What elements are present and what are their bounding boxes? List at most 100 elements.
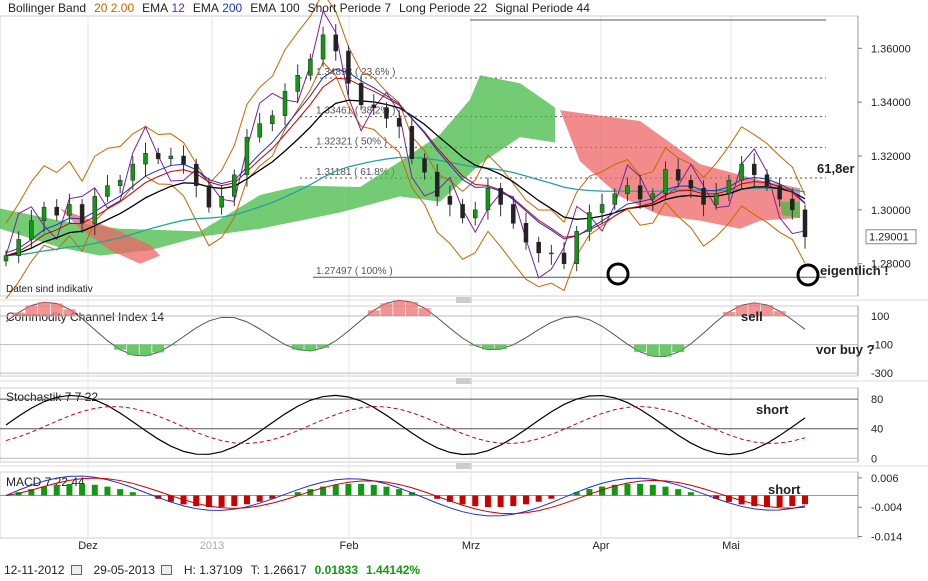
from-date[interactable]: 12-11-2012 [4,563,65,577]
candle-body [434,171,440,197]
panel-resize-handle[interactable] [0,378,928,384]
candle-body [460,204,465,219]
candle-body [396,118,402,127]
x-tick-label: 2013 [200,540,224,552]
candle-body [523,223,529,243]
y-tick-label: 0 [871,453,877,465]
candle-body [777,185,782,200]
legend-param: 12 [171,1,185,15]
cci-oversold-fill [634,344,647,352]
legend-bollinger-params[interactable]: 20 2.00 [94,1,134,15]
candle-body [244,136,250,176]
cci-overbought-fill [12,312,25,316]
cci-oversold-fill [304,344,317,351]
legend-label: EMA [142,1,169,15]
legend-label: EMA [192,1,219,15]
macd-histogram-bar [332,484,339,496]
candle-body [650,193,656,200]
to-date[interactable]: 29-05-2013 [94,563,155,577]
candle-body [663,169,668,194]
panel-resize-handle[interactable] [0,463,928,469]
annotation-vor-buy: vor buy ? [816,342,875,357]
candle-body [117,179,123,186]
candle-body [105,185,110,197]
legend-ema100[interactable]: EMA 100 [250,1,299,15]
macd-histogram-bar [231,495,238,507]
macd-histogram-bar [358,483,365,496]
candle-body [282,91,288,116]
legend-param: 2.00 [110,1,135,15]
macd-histogram-bar [129,492,136,496]
candle-body [232,174,237,197]
fib-level-label: 1.32321 ( 50% ) [316,136,387,147]
legend-short-periode[interactable]: Short Periode 7 [308,1,391,15]
candle-body [168,155,174,159]
y-tick-label: 1.34000 [871,97,911,109]
candle-body [511,204,516,224]
indicator-legend: Bollinger Band 20 2.00 EMA 12 EMA 200 EM… [0,0,928,16]
legend-signal-periode[interactable]: Signal Periode 44 [495,1,590,15]
cci-oversold-fill [469,344,482,346]
candle-body [802,209,808,238]
calendar-icon[interactable] [160,564,172,575]
candle-body [193,163,199,186]
y-tick-label: 1.32000 [871,151,911,163]
macd-histogram-bar [243,495,250,505]
cci-overbought-fill [773,311,786,316]
y-tick-label: -300 [871,368,893,380]
cci-overbought-fill [25,305,38,316]
macd-histogram-bar [548,495,555,499]
cci-overbought-fill [50,303,63,316]
legend-ema200[interactable]: EMA 200 [193,1,242,15]
change-percent: 1.44142% [366,562,421,577]
chart-area[interactable]: 1.27497 ( 100% ) 1.32321 ( 50% ) 1.33461 (… [0,0,928,558]
legend-ema12[interactable]: EMA 12 [142,1,185,15]
macd-histogram-bar [522,495,529,505]
legend-param: 20 [94,1,108,15]
macd-histogram-bar [484,495,491,508]
candle-body [295,74,300,92]
candle-body [447,196,453,205]
candle-body [790,198,795,211]
macd-histogram-bar [624,483,631,496]
panel-frame [0,471,859,539]
legend-param: 7 [384,1,392,15]
candle-body [206,185,212,208]
x-tick-label: Feb [340,540,359,552]
macd-histogram-bar [459,495,466,505]
macd-histogram-bar [370,484,377,496]
macd-histogram-bar [383,486,390,496]
cci-overbought-fill [380,303,393,316]
y-tick-label: 40 [871,424,883,436]
panel-resize-handle[interactable] [0,297,928,303]
candle-body [752,163,757,176]
candle-body [549,252,554,255]
legend-label: Long Periode [399,1,471,15]
fib-level-label: 1.27497 ( 100% ) [316,266,393,277]
macd-histogram-bar [256,495,263,502]
candle-body [739,163,744,181]
candle-body [320,34,326,60]
y-tick-label: 1.30000 [871,205,911,217]
candle-body [599,204,605,213]
candle-body [498,188,503,205]
candle-body [155,153,161,159]
candle-body [637,185,643,200]
candle-body [346,50,351,84]
disclaimer-text: Daten sind indikativ [6,284,93,295]
cci-overbought-fill [418,308,431,316]
macd-histogram-bar [776,495,783,508]
fib-level-label: 1.34898 ( 23.6% ) [316,67,396,78]
calendar-icon[interactable] [70,564,82,575]
x-tick-label: Mai [722,540,740,552]
annotation-short: short [756,402,789,417]
macd-histogram-bar [649,484,656,496]
macd-histogram-bar [535,495,542,502]
y-tick-label: 0.006 [871,473,899,485]
fib-level-label: 1.33461 ( 38.2% ) [316,106,396,117]
y-tick-label: -0.014 [871,532,902,544]
legend-long-periode[interactable]: Long Periode 22 [399,1,487,15]
annotation-short: short [768,482,801,497]
candle-body [574,231,579,264]
legend-bollinger[interactable]: Bollinger Band [8,1,86,15]
